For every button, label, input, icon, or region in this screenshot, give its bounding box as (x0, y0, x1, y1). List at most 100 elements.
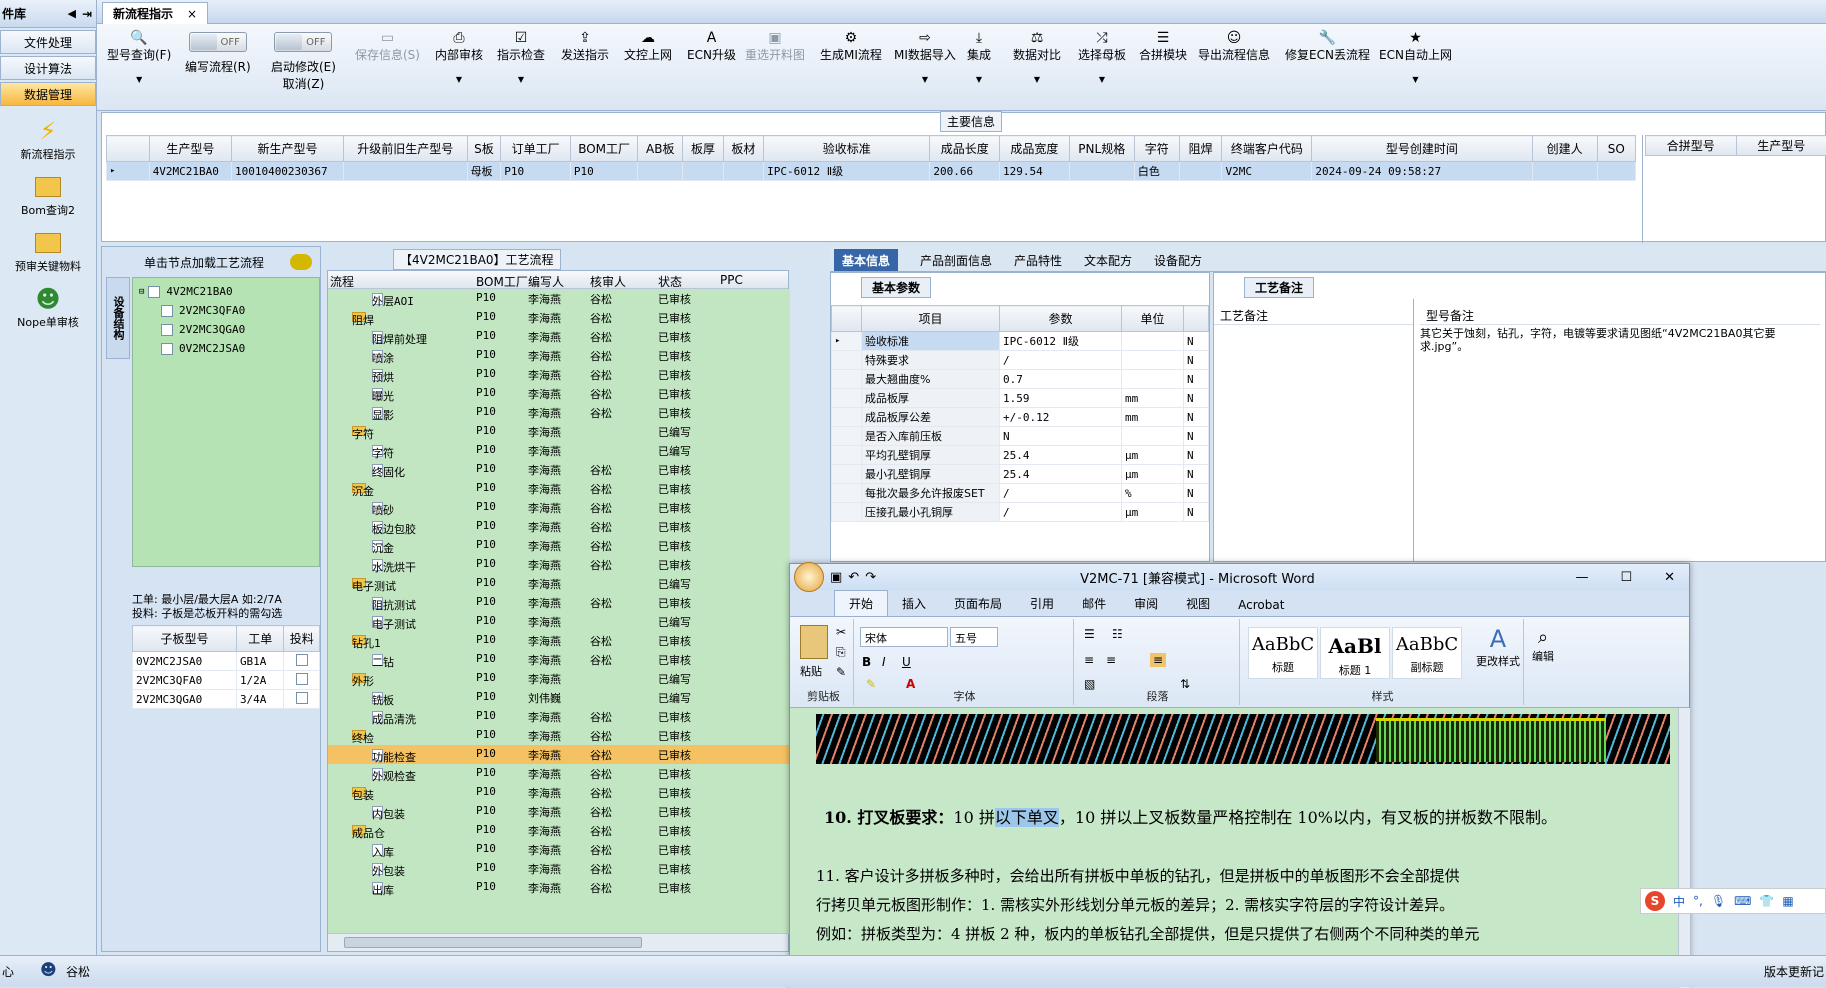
nav-data-management-button[interactable]: 数据管理 (0, 82, 96, 106)
save-icon[interactable]: ▣ (830, 570, 842, 585)
sub-board-col[interactable]: 子板型号 (132, 625, 237, 652)
flow-row[interactable]: ⊟终检P10李海燕谷松已审核 (328, 726, 790, 745)
table-cell[interactable] (1121, 350, 1184, 370)
table-cell[interactable]: N (1183, 331, 1209, 351)
export-flow-button[interactable]: ☺ 导出流程信息 (1198, 30, 1270, 63)
merge-prod-col-header[interactable]: 生产型号 (1735, 135, 1826, 156)
underline-button[interactable]: U (902, 655, 911, 669)
table-cell[interactable]: 2024-09-24 09:58:27 (1311, 161, 1533, 181)
table-cell[interactable]: P10 (500, 161, 571, 181)
flow-row[interactable]: ⊟沉金P10李海燕谷松已审核 (328, 479, 790, 498)
table-cell[interactable]: 1.59 (999, 388, 1122, 408)
repair-ecn-button[interactable]: 🔧 修复ECN丢流程 (1285, 30, 1370, 63)
font-name-select[interactable]: 宋体 (860, 627, 948, 647)
table-row[interactable]: 成品板厚 1.59 mm N (831, 388, 1209, 408)
merge-col-header[interactable]: 合拼型号 (1645, 135, 1737, 156)
word-tab[interactable]: 开始 (834, 590, 889, 616)
table-cell[interactable]: 0.7 (999, 369, 1122, 389)
send-instruction-button[interactable]: ⇪ 发送指示 (561, 30, 609, 63)
word-document[interactable]: 10. 打叉板要求：10 拼以下单叉，10 拼以上叉板数量严格控制在 10%以内… (790, 708, 1678, 988)
start-modify-toggle[interactable]: OFF (274, 32, 333, 52)
table-cell[interactable]: 平均孔壁铜厚 (861, 445, 1000, 465)
row-selector[interactable] (831, 350, 862, 370)
save-info-button[interactable]: ▭ 保存信息(S) (355, 30, 420, 63)
column-header[interactable]: 字符 (1133, 135, 1180, 162)
column-header[interactable]: 成品长度 (929, 135, 1001, 162)
table-cell[interactable]: 25.4 (999, 445, 1122, 465)
table-cell[interactable]: V2MC (1221, 161, 1313, 181)
italic-button[interactable]: I (882, 655, 886, 669)
table-cell[interactable]: μm (1121, 502, 1184, 522)
cancel-label[interactable]: 取消(Z) (283, 75, 325, 92)
edit-flow-toggle[interactable]: OFF (188, 32, 247, 52)
close-icon[interactable]: × (187, 7, 197, 21)
column-header[interactable]: 板材 (722, 135, 765, 162)
horizontal-scrollbar[interactable] (328, 933, 788, 951)
flow-row[interactable]: ⊟成品仓P10李海燕谷松已审核 (328, 821, 790, 840)
extra-col[interactable] (1183, 305, 1209, 332)
table-cell[interactable]: 白色 (1133, 161, 1180, 181)
word-tab[interactable]: 引用 (1016, 591, 1068, 616)
table-cell[interactable] (1596, 161, 1637, 181)
nav-file-processing-button[interactable]: 文件处理 (0, 30, 96, 54)
flow-row[interactable]: ⊟钻孔1P10李海燕谷松已审核 (328, 631, 790, 650)
flow-row[interactable]: 入库 P10 李海燕 谷松 已审核 (328, 840, 790, 859)
flow-row[interactable]: 阻抗测试 P10 李海燕 谷松 已审核 (328, 593, 790, 612)
undo-icon[interactable]: ↶ (848, 570, 859, 585)
flow-row[interactable]: 喷砂 P10 李海燕 谷松 已审核 (328, 498, 790, 517)
redo-icon[interactable]: ↷ (865, 570, 876, 585)
feed-checkbox[interactable] (283, 670, 320, 690)
office-button[interactable] (794, 562, 824, 592)
flow-row[interactable]: 内包装 P10 李海燕 谷松 已审核 (328, 802, 790, 821)
table-cell[interactable] (1068, 161, 1135, 181)
flow-row[interactable]: 曝光 P10 李海燕 谷松 已审核 (328, 384, 790, 403)
vertical-scrollbar[interactable] (1678, 708, 1690, 988)
table-cell[interactable]: N (999, 426, 1122, 446)
table-row[interactable]: 特殊要求 / N (831, 350, 1209, 370)
cut-icon[interactable]: ✂ (836, 625, 846, 639)
row-selector[interactable] (831, 445, 862, 465)
ecn-auto-online-button[interactable]: ★ ECN自动上网 ▼ (1379, 30, 1452, 84)
table-cell[interactable]: mm (1121, 407, 1184, 427)
table-cell[interactable]: N (1183, 445, 1209, 465)
word-tab[interactable]: 审阅 (1120, 591, 1172, 616)
word-tab[interactable]: 页面布局 (940, 591, 1016, 616)
tab-device-recipe[interactable]: 设备配方 (1146, 249, 1210, 271)
flow-row[interactable]: 外包装 P10 李海燕 谷松 已审核 (328, 859, 790, 878)
table-cell[interactable]: μm (1121, 464, 1184, 484)
table-cell[interactable]: 25.4 (999, 464, 1122, 484)
numbering-button[interactable]: ☷ (1112, 627, 1123, 641)
word-tab[interactable]: Acrobat (1224, 594, 1298, 616)
tab-product-features[interactable]: 产品特性 (1006, 249, 1070, 271)
flow-row[interactable]: 沉金 P10 李海燕 谷松 已审核 (328, 536, 790, 555)
checkbox[interactable] (161, 342, 173, 355)
integrate-button[interactable]: ⤓ 集成 ▼ (967, 30, 991, 84)
table-cell[interactable]: N (1183, 369, 1209, 389)
nav-material-item[interactable]: 预审关键物料 (0, 228, 96, 274)
tree-node-child[interactable]: 2V2MC3QFA0 (133, 301, 319, 320)
row-selector[interactable] (831, 369, 862, 389)
word-tab[interactable]: 邮件 (1068, 591, 1120, 616)
flow-row[interactable]: ⊟包装P10李海燕谷松已审核 (328, 783, 790, 802)
table-row[interactable]: 最大翘曲度% 0.7 N (831, 369, 1209, 389)
format-painter-icon[interactable]: ✎ (836, 665, 846, 679)
table-cell[interactable]: IPC-6012 Ⅱ级 (999, 331, 1122, 351)
word-tab[interactable]: 视图 (1172, 591, 1224, 616)
checkbox[interactable] (295, 672, 308, 685)
edit-flow-control[interactable]: OFF 编写流程(R) (185, 24, 251, 75)
table-cell[interactable]: N (1183, 407, 1209, 427)
flow-row[interactable]: 阻焊前处理 P10 李海燕 谷松 已审核 (328, 327, 790, 346)
generate-mi-button[interactable]: ⚙ 生成MI流程 (820, 30, 882, 63)
table-row[interactable]: 最小孔壁铜厚 25.4 μm N (831, 464, 1209, 484)
select-mother-board-button[interactable]: ⤮ 选择母板 ▼ (1078, 30, 1126, 84)
device-structure-tab[interactable]: 设备结构 (106, 277, 130, 359)
column-header[interactable]: 终端客户代码 (1221, 135, 1313, 162)
table-cell[interactable]: IPC-6012 Ⅱ级 (763, 161, 931, 181)
logout-icon[interactable]: ⇥ (82, 7, 92, 21)
table-cell[interactable]: / (999, 502, 1122, 522)
column-header[interactable]: S板 (466, 135, 502, 162)
column-header[interactable]: 状态 (658, 273, 682, 290)
tree-node-child[interactable]: 2V2MC3QGA0 (133, 320, 319, 339)
style-subtitle[interactable]: AaBbC 副标题 (1392, 627, 1462, 679)
column-header[interactable]: 流程 (330, 273, 354, 290)
